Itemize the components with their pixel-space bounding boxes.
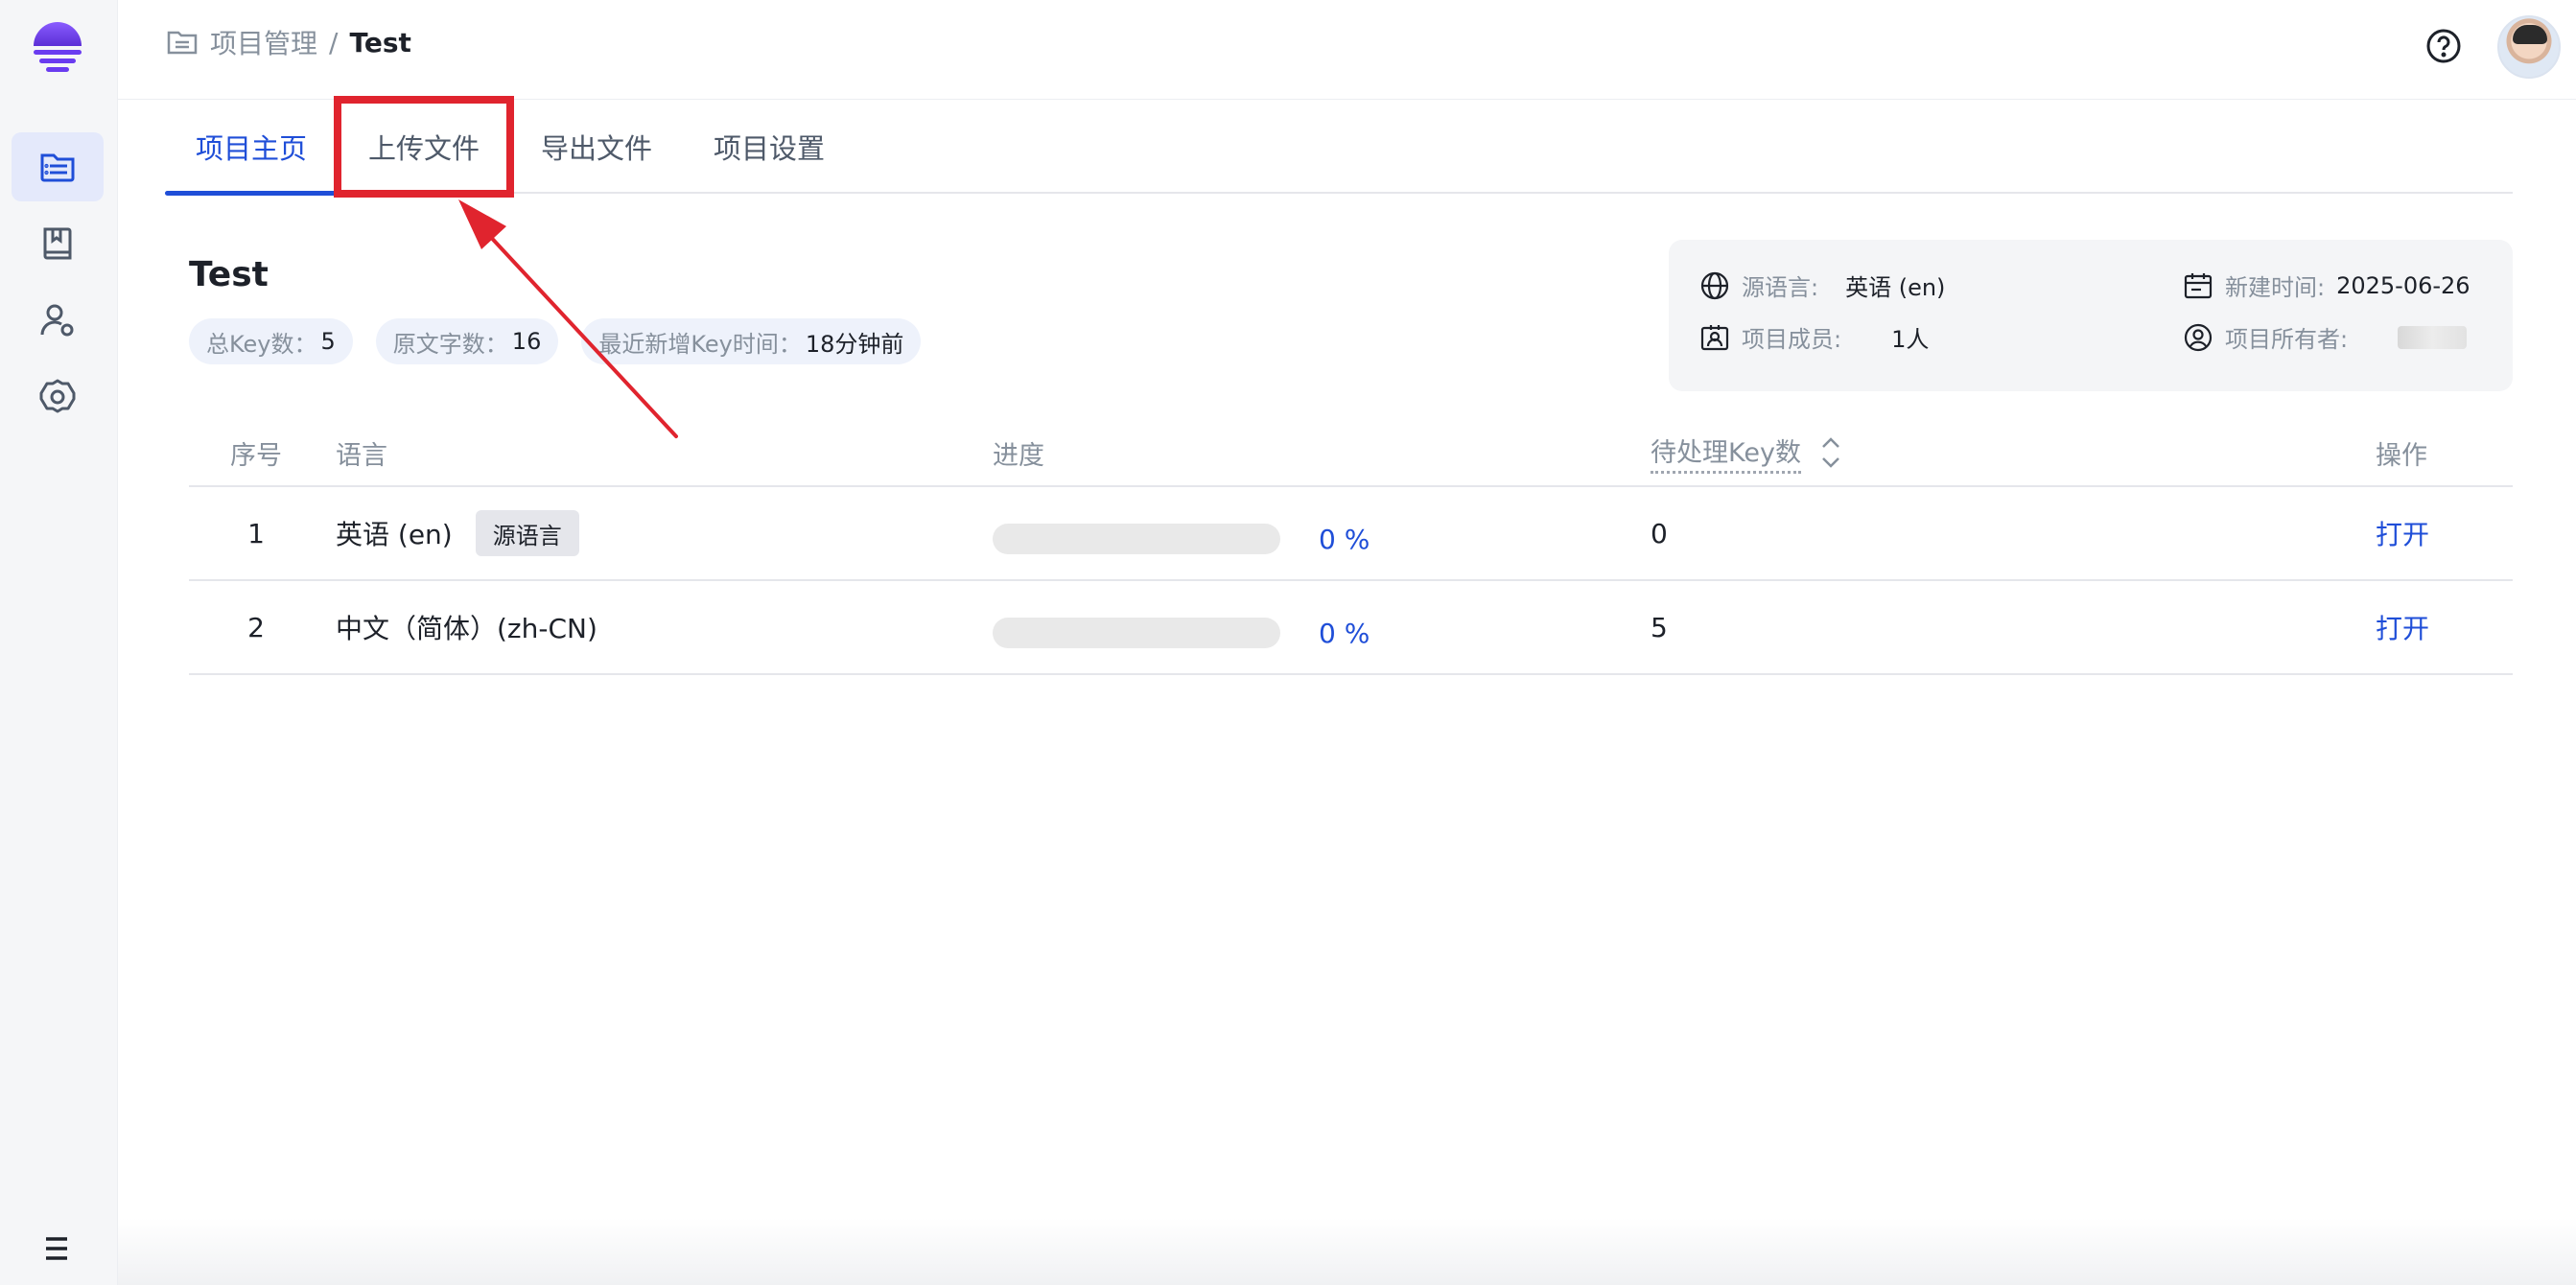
question-circle-icon[interactable]	[2424, 27, 2463, 65]
progress-text: 0 %	[1319, 523, 1370, 555]
row-language: 中文（简体）(zh-CN)	[336, 581, 597, 673]
breadcrumb-parent[interactable]: 项目管理	[210, 23, 317, 61]
info-value: 1人	[1891, 326, 1930, 353]
badge-label: 最近新增Key时间：	[598, 330, 802, 358]
col-index: 序号	[230, 440, 282, 471]
folder-list-icon	[167, 31, 198, 55]
row-language: 英语 (en) 源语言	[336, 487, 579, 579]
info-source-language: 源语言: 英语 (en)	[1699, 269, 1945, 302]
badge-label: 总Key数：	[206, 330, 317, 358]
sort-icon[interactable]	[1818, 434, 1843, 471]
sidebar	[0, 0, 118, 1285]
tab-project-settings[interactable]: 项目设置	[683, 100, 855, 194]
progress-text: 0 %	[1319, 617, 1370, 649]
info-owner: 项目所有者:	[2183, 320, 2468, 354]
info-label: 项目成员:	[1742, 326, 1842, 353]
table-row: 1 英语 (en) 源语言 0 % 0 打开	[189, 487, 2513, 581]
project-stats: 总Key数： 5 原文字数： 16 最近新增Key时间： 18分钟前	[189, 318, 922, 364]
open-button[interactable]: 打开	[2376, 608, 2429, 646]
hamburger-icon[interactable]	[35, 1229, 79, 1268]
project-title: Test	[189, 255, 269, 294]
tab-bar: 项目主页 上传文件 导出文件 项目设置	[165, 96, 2513, 198]
user-avatar[interactable]	[2497, 15, 2561, 79]
source-language-tag: 源语言	[475, 510, 579, 556]
col-progress: 进度	[993, 440, 1044, 471]
info-created-time: 新建时间: 2025-06-26	[2183, 269, 2471, 302]
row-action: 打开	[2376, 581, 2429, 673]
badge-label: 原文字数：	[392, 330, 508, 358]
badge-value: 18分钟前	[805, 330, 904, 358]
sidebar-item-glossary[interactable]	[12, 209, 104, 278]
col-pending-label: 待处理Key数	[1651, 432, 1801, 474]
owner-name-redacted	[2398, 325, 2468, 349]
bottom-shadow	[118, 1218, 2576, 1285]
badge-value: 16	[511, 328, 542, 355]
project-info-card: 源语言: 英语 (en) 项目成员: 1人 新建时间: 2025-06-26 项…	[1669, 240, 2513, 391]
app-root: 项目管理 / Test 项目主页 上传文件 导出文件 项目设置 Test 总Ke…	[0, 0, 2576, 1285]
progress-bar	[993, 618, 1280, 648]
row-progress: 0 %	[993, 487, 1370, 579]
tab-export-file[interactable]: 导出文件	[510, 100, 683, 194]
list-document-icon	[40, 153, 75, 182]
badge-source-words: 原文字数： 16	[375, 318, 559, 364]
badge-last-key-time: 最近新增Key时间： 18分钟前	[581, 318, 922, 364]
breadcrumb-separator: /	[329, 26, 339, 58]
tab-project-home[interactable]: 项目主页	[165, 100, 339, 196]
breadcrumb-current: Test	[349, 26, 411, 58]
language-name: 英语 (en)	[336, 519, 453, 550]
badge-total-keys: 总Key数： 5	[189, 318, 353, 364]
sidebar-item-projects[interactable]	[12, 132, 104, 201]
top-header: 项目管理 / Test	[118, 0, 2576, 100]
row-index: 2	[247, 611, 265, 643]
language-name: 中文（简体）(zh-CN)	[336, 613, 597, 644]
breadcrumb: 项目管理 / Test	[166, 23, 411, 61]
sidebar-item-members[interactable]	[12, 286, 104, 355]
row-progress: 0 %	[993, 581, 1370, 673]
info-label: 新建时间:	[2225, 274, 2326, 301]
app-logo[interactable]	[29, 19, 86, 77]
sidebar-item-settings[interactable]	[12, 362, 104, 432]
row-pending-keys: 5	[1651, 611, 1668, 643]
table-row: 2 中文（简体）(zh-CN) 0 % 5 打开	[189, 581, 2513, 675]
calendar-icon	[2184, 272, 2213, 298]
col-pending-keys[interactable]: 待处理Key数	[1651, 420, 1843, 485]
open-button[interactable]: 打开	[2376, 514, 2429, 552]
info-label: 项目所有者:	[2225, 326, 2349, 353]
user-circle-icon	[2184, 323, 2213, 351]
col-language: 语言	[336, 440, 387, 471]
row-action: 打开	[2376, 487, 2429, 579]
globe-icon	[1700, 271, 1729, 299]
gear-icon	[39, 379, 76, 413]
info-members: 项目成员: 1人	[1699, 320, 1929, 354]
tab-upload-file[interactable]: 上传文件	[334, 96, 515, 198]
table-header: 序号 语言 进度 待处理Key数 操作	[189, 420, 2513, 487]
badge-value: 5	[320, 328, 336, 355]
language-table: 序号 语言 进度 待处理Key数 操作 1 英语 (en) 源语言 0 % 0 …	[189, 420, 2513, 675]
info-value: 英语 (en)	[1845, 274, 1946, 301]
book-icon	[43, 227, 72, 260]
row-pending-keys: 0	[1651, 517, 1668, 549]
col-actions: 操作	[2376, 440, 2427, 471]
user-settings-icon	[40, 304, 74, 337]
progress-bar	[993, 524, 1280, 554]
info-label: 源语言:	[1742, 274, 1819, 301]
id-card-icon	[1700, 324, 1729, 350]
row-index: 1	[247, 517, 265, 549]
info-value: 2025-06-26	[2336, 271, 2471, 299]
